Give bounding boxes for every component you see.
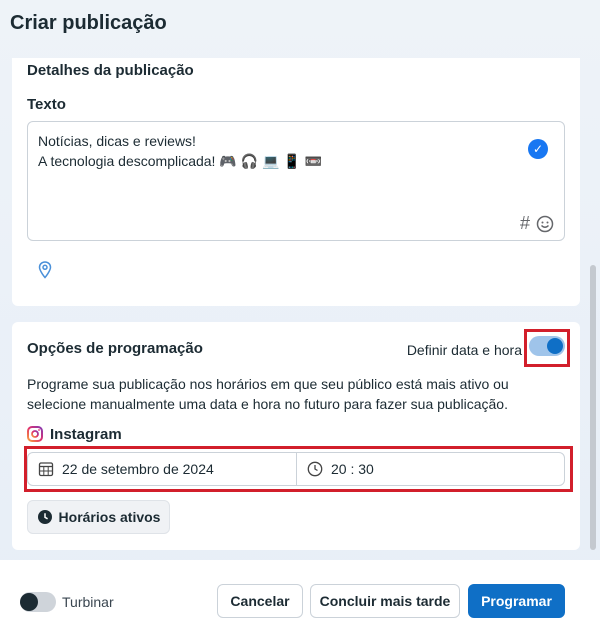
boost-toggle[interactable] [20, 592, 56, 612]
scrollbar-thumb[interactable] [590, 265, 596, 550]
clock-filled-icon [37, 510, 52, 524]
schedule-card: Opções de programação Definir data e hor… [12, 322, 580, 550]
active-hours-label: Horários ativos [58, 509, 161, 525]
post-text-area[interactable]: Notícias, dicas e reviews! A tecnologia … [27, 121, 565, 241]
details-title: Detalhes da publicação [27, 62, 194, 79]
active-hours-button[interactable]: Horários ativos [27, 500, 170, 534]
text-label: Texto [27, 96, 66, 113]
schedule-button[interactable]: Programar [468, 584, 565, 618]
instagram-icon [27, 426, 43, 442]
check-circle-icon: ✓ [528, 139, 548, 159]
page-title: Criar publicação [10, 12, 167, 34]
toggle-knob [20, 593, 38, 611]
instagram-label: Instagram [50, 426, 122, 443]
post-text-line-1: Notícias, dicas e reviews! [38, 133, 196, 149]
save-later-button[interactable]: Concluir mais tarde [310, 584, 460, 618]
cancel-button[interactable]: Cancelar [217, 584, 303, 618]
details-card: Detalhes da publicação Texto Notícias, d… [12, 58, 580, 306]
post-text-line-2: A tecnologia descomplicada! 🎮 🎧 💻 📱 📼 [38, 153, 323, 169]
hashtag-icon[interactable]: # [520, 213, 530, 233]
location-pin-icon[interactable] [38, 261, 52, 279]
toggle-highlight-box [524, 329, 570, 367]
schedule-description: Programe sua publicação nos horários em … [27, 376, 509, 412]
datetime-highlight-box [24, 446, 573, 492]
schedule-title: Opções de programação [27, 340, 203, 357]
boost-label: Turbinar [62, 594, 114, 610]
emoji-icon[interactable] [536, 215, 554, 233]
set-datetime-label: Definir data e hora [406, 342, 522, 358]
